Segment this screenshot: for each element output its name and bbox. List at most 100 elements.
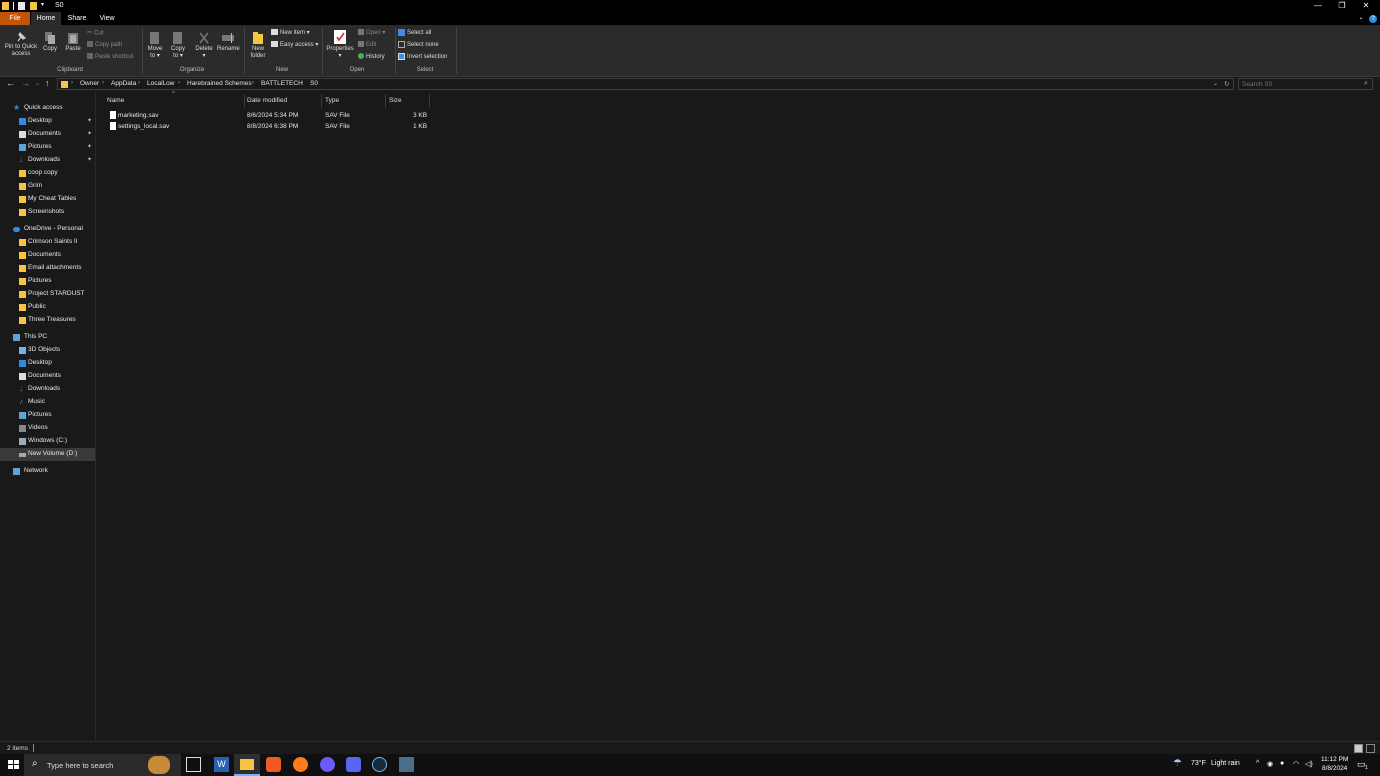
rename-button[interactable]: Rename	[217, 31, 240, 53]
move-to-button[interactable]: Move to ▾	[145, 31, 165, 60]
clock-date[interactable]: 8/8/2024	[1322, 765, 1347, 772]
messenger-app-icon[interactable]	[320, 757, 335, 772]
details-view-icon[interactable]	[1354, 744, 1363, 753]
nav-pc-new-volume-d[interactable]: New Volume (D:)	[0, 448, 95, 461]
search-input[interactable]	[1242, 81, 1352, 88]
nav-onedrive-project-stardust[interactable]: Project STARDUST	[0, 288, 95, 301]
show-hidden-icons-chevron-icon[interactable]: ^	[1256, 760, 1259, 767]
address-dropdown-icon[interactable]: ⌄	[1213, 80, 1218, 87]
breadcrumb-locallow[interactable]: LocalLow	[147, 80, 174, 87]
nav-quick-grim[interactable]: Grim	[0, 180, 95, 193]
paste-button[interactable]: Paste	[63, 31, 83, 53]
tab-file[interactable]: File	[0, 12, 30, 25]
task-view-icon[interactable]	[186, 757, 201, 772]
nav-pc-3d-objects[interactable]: 3D Objects	[0, 344, 95, 357]
invert-selection-button[interactable]: Invert selection	[398, 53, 447, 61]
steam-icon[interactable]	[372, 757, 387, 772]
tab-share[interactable]: Share	[63, 12, 91, 25]
nav-quick-my-cheat-tables[interactable]: My Cheat Tables	[0, 193, 95, 206]
select-none-button[interactable]: Select none	[398, 41, 439, 49]
back-arrow-icon[interactable]: ←	[6, 78, 15, 88]
column-divider[interactable]	[244, 94, 245, 108]
forward-arrow-icon[interactable]: →	[21, 78, 30, 88]
nav-onedrive-public[interactable]: Public	[0, 301, 95, 314]
nav-onedrive-documents[interactable]: Documents	[0, 249, 95, 262]
easy-access-button[interactable]: Easy access ▾	[271, 41, 318, 49]
large-icons-view-icon[interactable]	[1366, 744, 1375, 753]
edit-button[interactable]: Edit	[358, 41, 376, 49]
cut-button[interactable]: ✂ Cut	[87, 29, 103, 38]
column-header-name[interactable]: Name	[107, 97, 124, 104]
nav-quick-pictures[interactable]: Pictures ✦	[0, 141, 95, 154]
new-item-button[interactable]: New item ▾	[271, 29, 310, 37]
weather-temperature[interactable]: 73°F	[1191, 760, 1206, 767]
taskbar-search-box[interactable]: ⌕ Type here to search	[24, 754, 181, 776]
nav-quick-coop-copy[interactable]: coop copy	[0, 167, 95, 180]
address-bar[interactable]: › Owner › AppData › LocalLow › Harebrain…	[57, 78, 1234, 90]
properties-button[interactable]: Properties ▾	[325, 29, 355, 60]
properties-icon[interactable]	[18, 2, 25, 10]
copy-path-button[interactable]: Copy path	[87, 41, 122, 49]
brave-browser-icon[interactable]	[266, 757, 281, 772]
column-divider[interactable]	[321, 94, 322, 108]
wifi-icon[interactable]: ◠	[1293, 760, 1299, 768]
breadcrumb-owner[interactable]: Owner	[80, 80, 99, 87]
up-arrow-icon[interactable]: ↑	[45, 78, 50, 88]
nav-pc-pictures[interactable]: Pictures	[0, 409, 95, 422]
refresh-icon[interactable]: ↻	[1224, 80, 1229, 88]
breadcrumb-appdata[interactable]: AppData	[111, 80, 136, 87]
column-header-size[interactable]: Size	[389, 97, 402, 104]
nav-onedrive-email-attachments[interactable]: Email attachments	[0, 262, 95, 275]
nav-pc-videos[interactable]: Videos	[0, 422, 95, 435]
weather-rain-icon[interactable]: ☂	[1173, 758, 1182, 769]
expand-ribbon-icon[interactable]: ⌄	[1356, 12, 1366, 25]
column-header-type[interactable]: Type	[325, 97, 339, 104]
pin-to-quick-access-button[interactable]: Pin to Quick access	[2, 31, 40, 58]
new-folder-icon[interactable]	[30, 2, 37, 10]
recent-locations-chevron-icon[interactable]: ⌄	[35, 80, 40, 87]
weather-description[interactable]: Light rain	[1211, 760, 1240, 767]
nav-quick-screenshots[interactable]: Screenshots	[0, 206, 95, 219]
copy-button[interactable]: Copy	[41, 31, 59, 53]
search-box[interactable]: ⌕	[1238, 78, 1373, 90]
close-button[interactable]: ✕	[1354, 0, 1378, 12]
nav-this-pc[interactable]: This PC	[0, 331, 95, 344]
file-explorer-taskbar-button[interactable]	[234, 754, 260, 776]
clock-time[interactable]: 11:12 PM	[1321, 756, 1348, 763]
delete-button[interactable]: Delete ▾	[194, 31, 214, 60]
nav-onedrive-pictures[interactable]: Pictures	[0, 275, 95, 288]
game-app-icon[interactable]	[399, 757, 414, 772]
customize-quick-access-icon[interactable]: ▾	[41, 1, 47, 9]
search-icon[interactable]: ⌕	[1364, 80, 1368, 88]
column-divider[interactable]	[385, 94, 386, 108]
firefox-icon[interactable]	[293, 757, 308, 772]
record-icon[interactable]: ◉	[1267, 760, 1273, 768]
breadcrumb-s0[interactable]: S0	[310, 80, 318, 87]
nav-onedrive-three-treasures[interactable]: Three Treasures	[0, 314, 95, 327]
windows-start-icon[interactable]	[6, 757, 21, 772]
minimize-button[interactable]: —	[1306, 0, 1330, 12]
nav-pc-desktop[interactable]: Desktop	[0, 357, 95, 370]
tab-view[interactable]: View	[93, 12, 121, 25]
copy-to-button[interactable]: Copy to ▾	[168, 31, 188, 60]
tab-home[interactable]: Home	[31, 12, 61, 25]
volume-icon[interactable]: ◁)	[1305, 760, 1313, 768]
nav-quick-access[interactable]: ★ Quick access	[0, 102, 95, 115]
nav-onedrive-crimson-saints[interactable]: Crimson Saints II	[0, 236, 95, 249]
nav-pc-downloads[interactable]: ↓ Downloads	[0, 383, 95, 396]
nav-pc-windows-c[interactable]: Windows (C:)	[0, 435, 95, 448]
launcher-app-icon[interactable]	[346, 757, 361, 772]
history-button[interactable]: History	[358, 53, 385, 61]
open-button[interactable]: Open ▾	[358, 29, 385, 37]
restore-button[interactable]: ❐	[1330, 0, 1354, 12]
paste-shortcut-button[interactable]: Paste shortcut	[87, 53, 133, 61]
column-header-date-modified[interactable]: Date modified	[247, 97, 287, 104]
nav-quick-downloads[interactable]: ↓ Downloads ✦	[0, 154, 95, 167]
nav-quick-documents[interactable]: Documents ✦	[0, 128, 95, 141]
nav-network[interactable]: Network	[0, 465, 95, 478]
breadcrumb-harebrained-schemes[interactable]: Harebrained Schemes	[187, 80, 252, 87]
column-divider[interactable]	[429, 94, 430, 108]
new-folder-button[interactable]: New folder	[247, 31, 269, 60]
nav-quick-desktop[interactable]: Desktop ✦	[0, 115, 95, 128]
file-row[interactable]: marketing.sav 8/6/2024 5:34 PM SAV File …	[106, 111, 436, 122]
